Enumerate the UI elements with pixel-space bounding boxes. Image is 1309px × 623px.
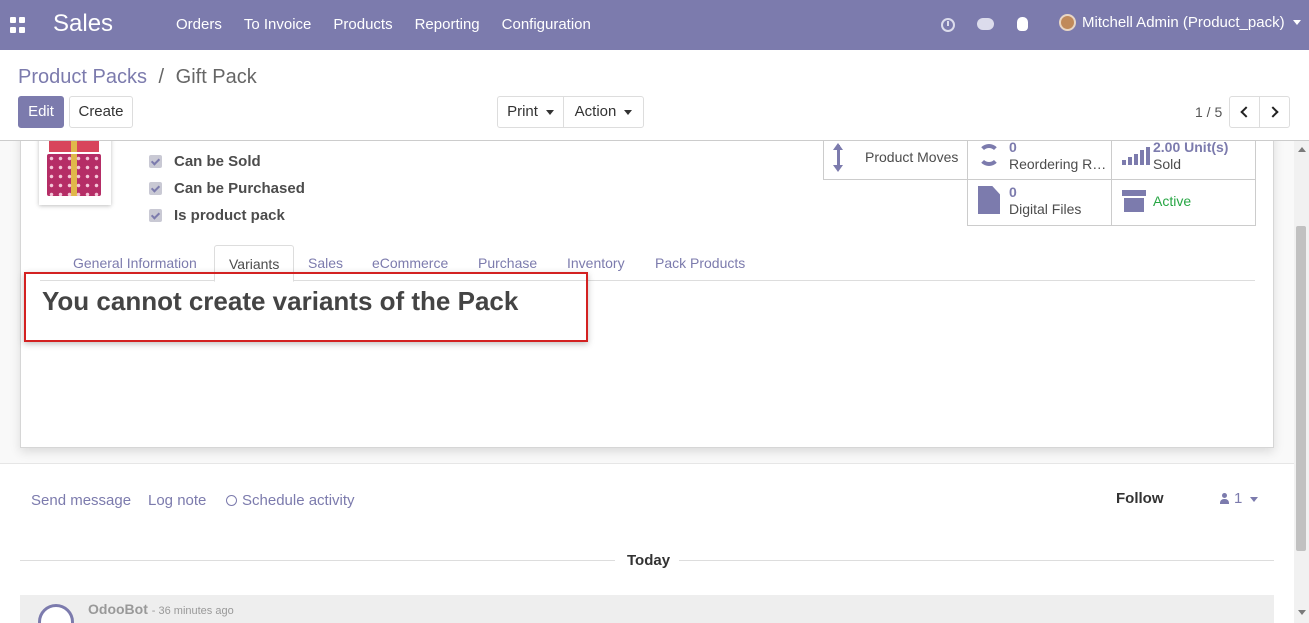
caret-down-icon <box>624 109 633 115</box>
menu-to-invoice[interactable]: To Invoice <box>244 16 312 34</box>
can-be-sold-checkbox[interactable] <box>149 155 162 168</box>
sold-label: Sold <box>1153 156 1182 172</box>
product-image[interactable] <box>39 141 111 205</box>
clock-icon <box>226 495 237 506</box>
log-note-button[interactable]: Log note <box>148 492 206 509</box>
chat-icon[interactable] <box>977 18 994 30</box>
is-product-pack-row: Is product pack <box>149 202 305 229</box>
arrows-updown-icon <box>833 143 843 172</box>
digital-files-button[interactable]: 0 Digital Files <box>967 179 1112 226</box>
can-be-purchased-row: Can be Purchased <box>149 175 305 202</box>
top-navbar: Sales Orders To Invoice Products Reporti… <box>0 0 1309 50</box>
chevron-left-icon <box>1240 106 1252 118</box>
breadcrumb: Product Packs / Gift Pack <box>18 66 257 88</box>
caret-down-icon <box>545 109 554 115</box>
can-be-sold-row: Can be Sold <box>149 148 305 175</box>
clock-icon[interactable] <box>941 18 955 32</box>
is-product-pack-label: Is product pack <box>174 207 285 224</box>
control-panel: Product Packs / Gift Pack Edit Create Pr… <box>0 50 1309 141</box>
tab-pack-products[interactable]: Pack Products <box>641 245 759 281</box>
gift-box-lid <box>49 141 99 152</box>
smart-buttons: Product Moves 0 Reordering Rules 2.00 Un… <box>823 141 1256 234</box>
send-message-button[interactable]: Send message <box>31 492 131 509</box>
followers-button[interactable]: 1 <box>1220 490 1259 507</box>
bug-icon[interactable] <box>1017 17 1028 31</box>
reordering-rules-button[interactable]: 0 Reordering Rules <box>967 141 1112 180</box>
can-be-purchased-label: Can be Purchased <box>174 180 305 197</box>
user-menu[interactable]: Mitchell Admin (Product_pack) <box>1059 14 1301 31</box>
avatar <box>1059 14 1076 31</box>
user-name: Mitchell Admin (Product_pack) <box>1082 14 1285 31</box>
menu-products[interactable]: Products <box>333 16 392 34</box>
product-moves-button[interactable]: Product Moves <box>823 141 968 180</box>
caret-down-icon <box>1292 20 1301 25</box>
action-dropdown[interactable]: Action <box>563 96 644 128</box>
can-be-sold-label: Can be Sold <box>174 153 261 170</box>
create-button[interactable]: Create <box>69 96 133 128</box>
date-separator: Today <box>627 552 671 569</box>
edit-button[interactable]: Edit <box>18 96 64 128</box>
active-toggle-button[interactable]: Active <box>1111 179 1256 226</box>
menu-orders[interactable]: Orders <box>176 16 222 34</box>
menu-reporting[interactable]: Reporting <box>415 16 480 34</box>
message-author-name[interactable]: OdooBot <box>88 601 148 617</box>
variants-notice-text: You cannot create variants of the Pack <box>42 286 519 316</box>
breadcrumb-product-packs[interactable]: Product Packs <box>18 66 147 88</box>
gift-box <box>47 154 101 196</box>
reordering-count: 0 <box>1009 141 1017 155</box>
sold-value: 2.00 Unit(s) <box>1153 141 1229 155</box>
digital-files-count: 0 <box>1009 184 1017 200</box>
vertical-scrollbar[interactable] <box>1294 141 1309 623</box>
schedule-activity-button[interactable]: Schedule activity <box>226 492 355 509</box>
can-be-purchased-checkbox[interactable] <box>149 182 162 195</box>
app-name[interactable]: Sales <box>53 10 113 38</box>
menu-configuration[interactable]: Configuration <box>502 16 591 34</box>
digital-files-label: Digital Files <box>1009 201 1082 217</box>
apps-icon[interactable] <box>10 17 26 33</box>
refresh-icon <box>978 144 1000 166</box>
date-divider-left <box>20 560 615 561</box>
reordering-label: Reordering Rules <box>1009 156 1109 172</box>
breadcrumb-separator: / <box>158 66 165 88</box>
odoobot-avatar <box>38 604 74 623</box>
followers-count: 1 <box>1234 490 1243 507</box>
message-author: OdooBot - 36 minutes ago <box>88 601 234 617</box>
pager-previous-button[interactable] <box>1229 96 1260 128</box>
is-product-pack-checkbox[interactable] <box>149 209 162 222</box>
print-dropdown[interactable]: Print <box>497 96 564 128</box>
caret-down-icon <box>1250 496 1259 502</box>
scroll-down-arrow-icon[interactable] <box>1298 610 1306 615</box>
follow-button[interactable]: Follow <box>1116 490 1164 507</box>
main-menu: Orders To Invoice Products Reporting Con… <box>176 16 613 34</box>
scroll-thumb[interactable] <box>1296 226 1306 551</box>
product-moves-label: Product Moves <box>865 149 959 165</box>
archive-icon <box>1122 190 1146 212</box>
message-item: OdooBot - 36 minutes ago <box>20 595 1274 623</box>
signal-bars-icon <box>1122 147 1150 165</box>
file-icon <box>978 186 1000 214</box>
pager-value[interactable]: 1 / 5 <box>1195 104 1222 120</box>
print-label: Print <box>507 103 538 120</box>
chevron-right-icon <box>1267 106 1279 118</box>
product-options: Can be Sold Can be Purchased Is product … <box>149 148 305 229</box>
schedule-activity-label: Schedule activity <box>242 492 355 509</box>
sold-button[interactable]: 2.00 Unit(s) Sold <box>1111 141 1256 180</box>
breadcrumb-current: Gift Pack <box>175 66 257 88</box>
message-time: - 36 minutes ago <box>151 605 234 617</box>
person-icon <box>1220 493 1229 504</box>
action-label: Action <box>574 103 617 120</box>
scroll-up-arrow-icon[interactable] <box>1298 147 1306 152</box>
form-sheet: Can be Sold Can be Purchased Is product … <box>20 141 1274 448</box>
date-divider-right <box>679 560 1274 561</box>
chatter: Send message Log note Schedule activity … <box>0 463 1294 623</box>
form-view: Can be Sold Can be Purchased Is product … <box>0 141 1294 623</box>
active-label: Active <box>1153 193 1192 209</box>
variants-notice-highlight: You cannot create variants of the Pack <box>24 272 588 342</box>
pager-next-button[interactable] <box>1259 96 1290 128</box>
